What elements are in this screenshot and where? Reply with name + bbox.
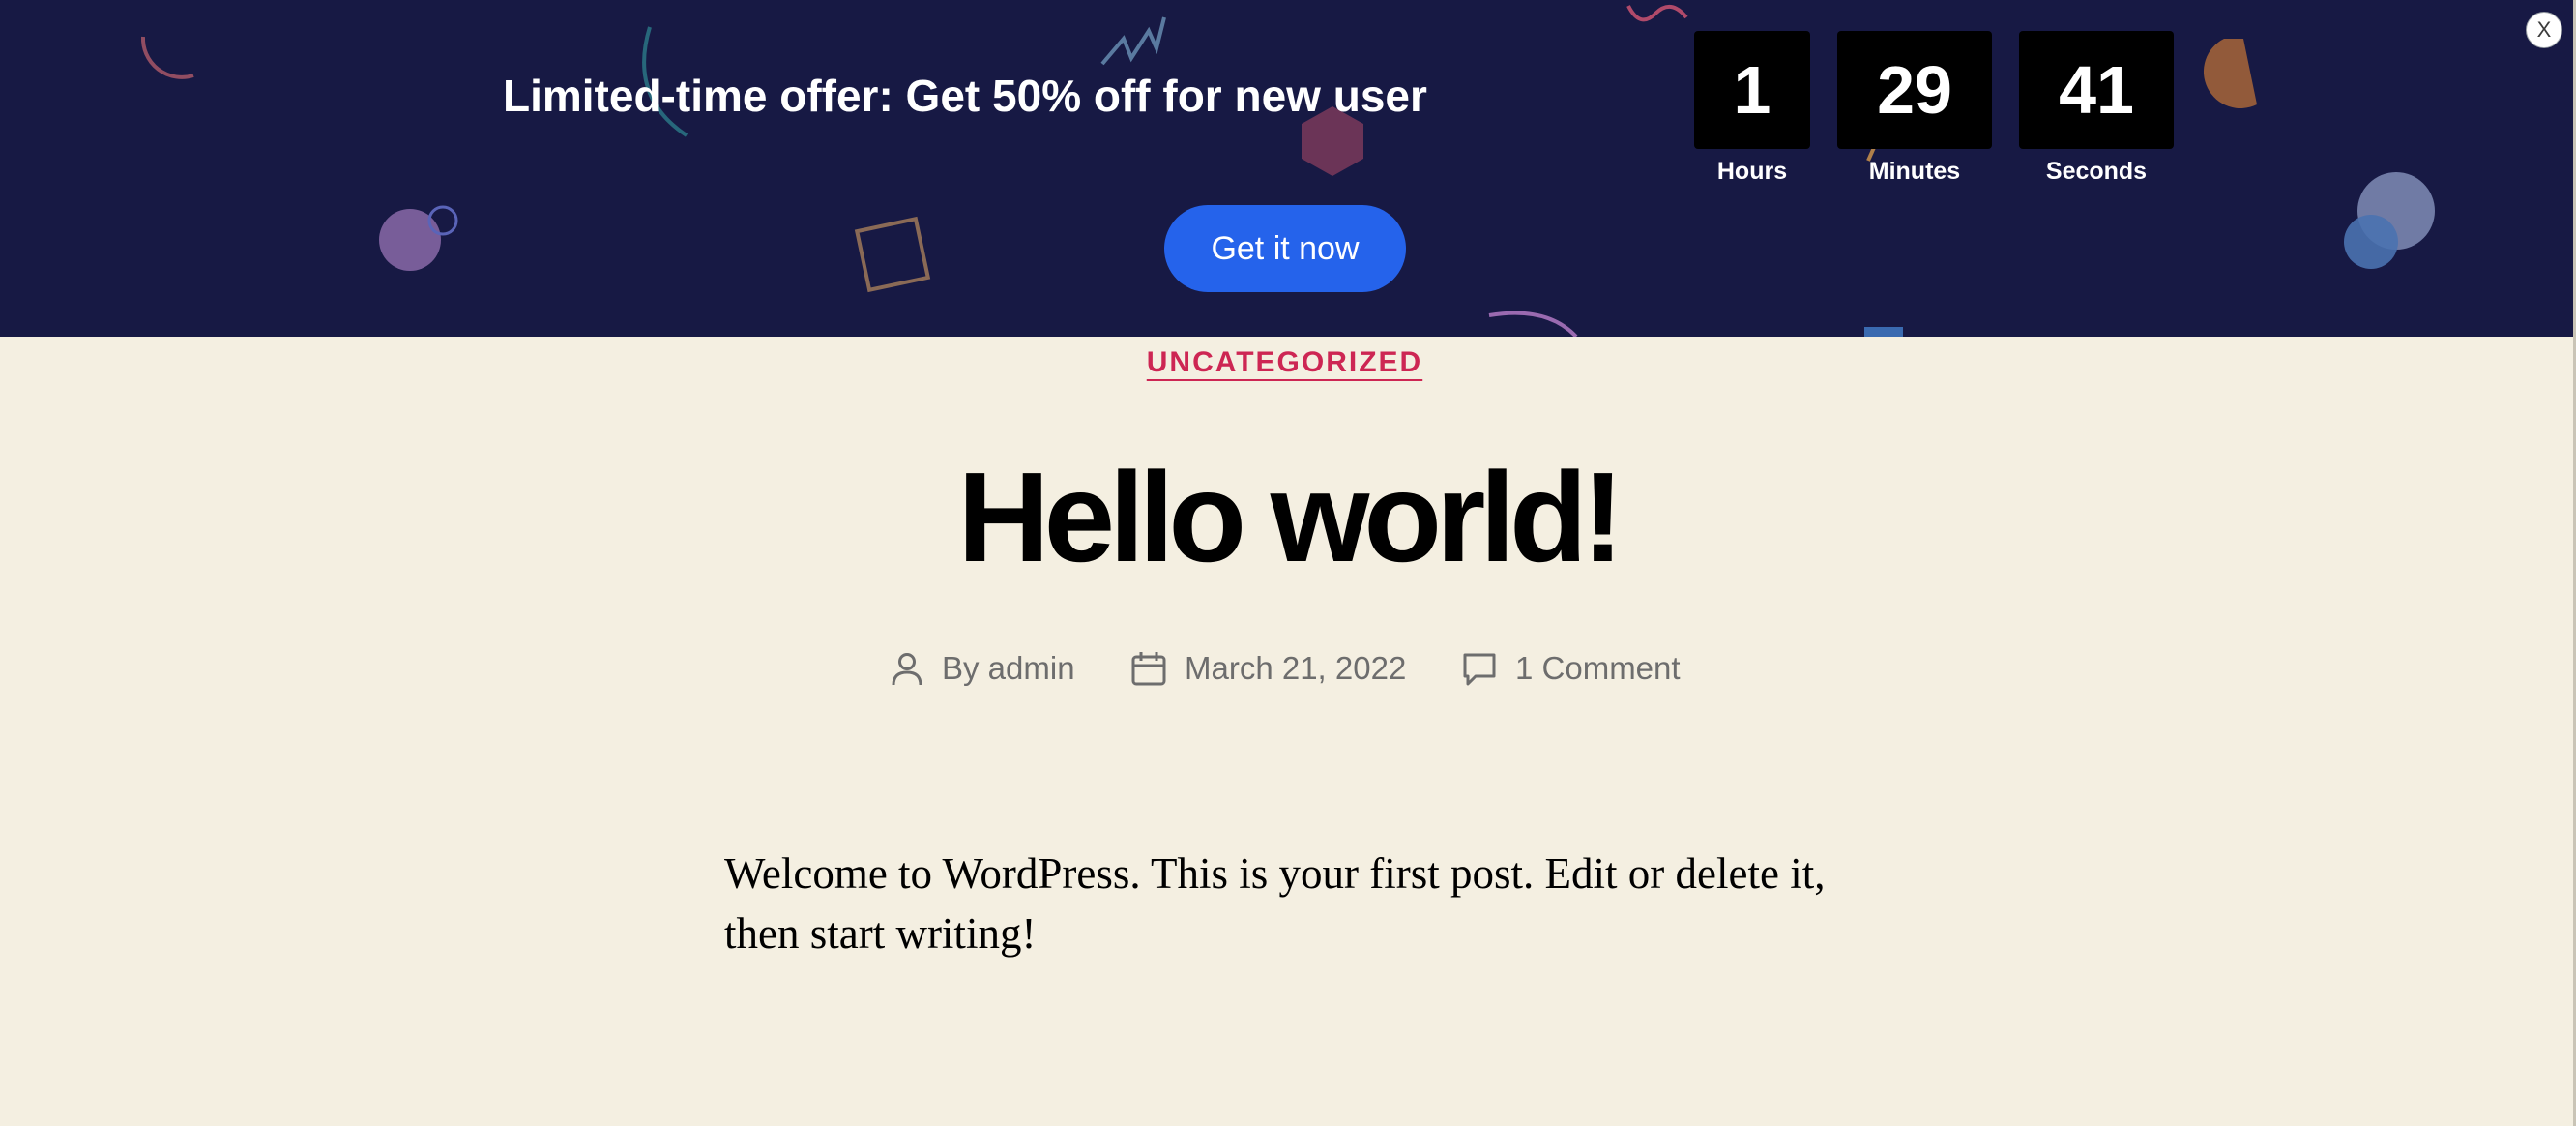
countdown-minutes-value: 29 <box>1837 31 1992 149</box>
post-author: By admin <box>888 642 1081 695</box>
close-icon[interactable]: X <box>2526 12 2562 48</box>
countdown-seconds-label: Seconds <box>2045 158 2148 185</box>
post-content: Welcome to WordPress. This is your first… <box>724 849 1826 958</box>
post-date: March 21, 2022 <box>1129 642 1410 695</box>
promo-headline: Limited-time offer: Get 50% off for new … <box>503 71 1427 121</box>
comment-bubble-icon <box>1463 653 1496 686</box>
calendar-icon <box>1131 652 1166 686</box>
countdown-hours-label: Hours <box>1716 158 1788 185</box>
promo-banner: Limited-time offer: Get 50% off for new … <box>0 0 2576 337</box>
post-comments: 1 Comment <box>1460 642 1712 695</box>
comments-link[interactable]: 1 Comment <box>1515 642 1681 695</box>
countdown-hours-value: 1 <box>1694 31 1810 149</box>
countdown-seconds-value: 41 <box>2019 31 2174 149</box>
date-link[interactable]: March 21, 2022 <box>1185 642 1406 695</box>
post-category: UNCATEGORIZED <box>967 346 1602 379</box>
post-title: Hello world! <box>957 446 1624 588</box>
user-icon <box>892 653 922 686</box>
countdown-minutes-label: Minutes <box>1868 158 1961 185</box>
get-it-now-button[interactable]: Get it now <box>1164 205 1406 292</box>
category-link[interactable]: UNCATEGORIZED <box>1147 346 1422 378</box>
author-link[interactable]: By admin <box>942 642 1075 695</box>
